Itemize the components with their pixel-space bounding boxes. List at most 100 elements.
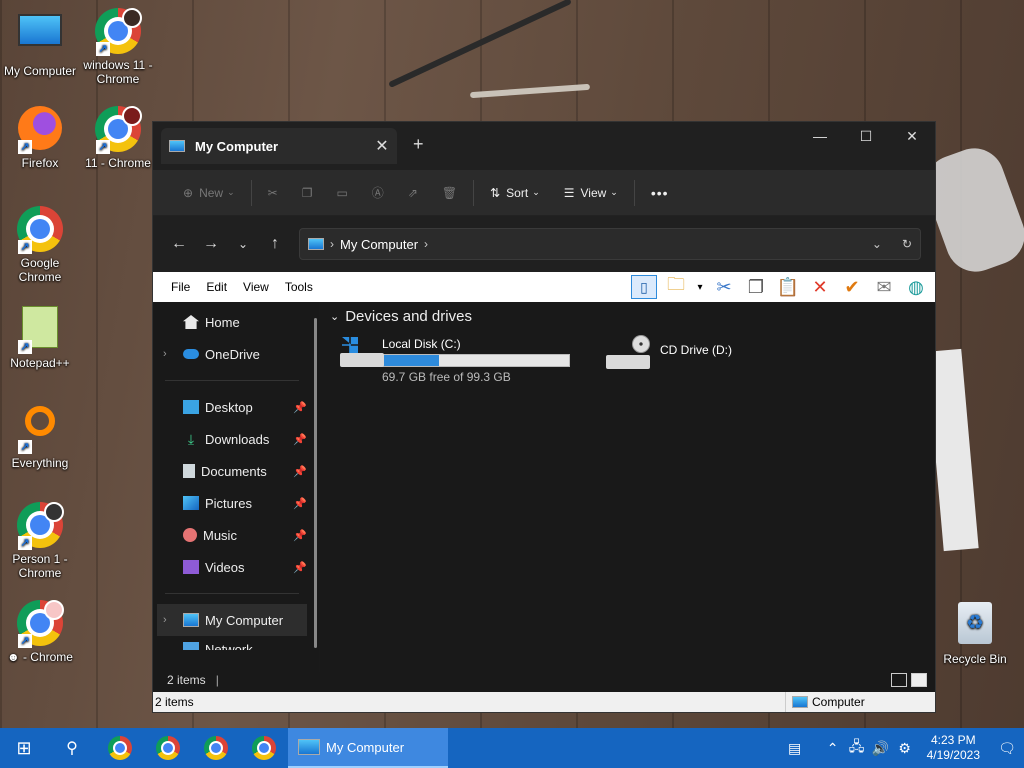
globe-icon[interactable]: ◍: [903, 275, 929, 299]
nav-videos[interactable]: Videos 📌: [153, 551, 311, 583]
desktop-icon-my-computer[interactable]: My Computer: [0, 8, 80, 78]
forward-arrow-icon[interactable]: →: [195, 235, 227, 253]
desktop-icon-everything[interactable]: ↗ Everything: [0, 404, 80, 470]
new-tab-button[interactable]: +: [413, 134, 424, 155]
taskbar-chrome-4[interactable]: [240, 728, 288, 768]
cloud-icon: [183, 349, 199, 359]
taskbar-app-my-computer[interactable]: My Computer: [288, 728, 448, 768]
share-button[interactable]: ⇗: [396, 178, 430, 208]
clock[interactable]: 4:23 PM 4/19/2023: [917, 733, 990, 763]
copy-button[interactable]: ❐: [290, 178, 325, 208]
computer-icon: [308, 238, 324, 250]
paste-button[interactable]: ▭: [324, 178, 359, 208]
scissors-icon[interactable]: ✂: [711, 275, 737, 299]
computer-icon: [169, 140, 185, 152]
desktop-icon-chrome-11[interactable]: ↗ 11 - Chrome: [78, 106, 158, 170]
chevron-right-icon[interactable]: ›: [163, 348, 167, 360]
volume-icon[interactable]: 🔊: [869, 740, 893, 757]
drive-cd-d[interactable]: CD Drive (D:): [596, 333, 846, 388]
taskbar-chrome-2[interactable]: [144, 728, 192, 768]
up-arrow-icon[interactable]: ↑: [259, 235, 291, 253]
menu-file[interactable]: File: [163, 280, 198, 294]
nav-pictures[interactable]: Pictures 📌: [153, 487, 311, 519]
address-history-chevron-icon[interactable]: ⌄: [872, 237, 882, 251]
profile-badge-icon: [122, 106, 142, 126]
nav-downloads[interactable]: ⤓ Downloads 📌: [153, 423, 311, 455]
clipboard-icon[interactable]: 📋: [775, 275, 801, 299]
magnifier-icon: [25, 406, 55, 436]
taskbar-chrome-3[interactable]: [192, 728, 240, 768]
pin-icon[interactable]: 📌: [293, 401, 307, 414]
pin-icon[interactable]: 📌: [293, 529, 307, 542]
desktop-icon-google-chrome[interactable]: ↗ Google Chrome: [0, 206, 80, 284]
view-button[interactable]: ☰ View ⌄: [552, 178, 630, 208]
address-bar[interactable]: › My Computer › ⌄ ↻: [299, 228, 921, 260]
taskbar-chrome-1[interactable]: [96, 728, 144, 768]
nav-network[interactable]: Network: [153, 636, 311, 650]
pin-icon[interactable]: 📌: [293, 561, 307, 574]
copy-icon: ❐: [301, 185, 313, 200]
close-window-button[interactable]: ✕: [889, 122, 935, 150]
nav-onedrive[interactable]: › OneDrive: [153, 338, 311, 370]
nav-home[interactable]: Home: [153, 306, 311, 338]
nav-desktop[interactable]: Desktop 📌: [153, 391, 311, 423]
desktop-icon-recycle-bin[interactable]: ♻ Recycle Bin: [935, 602, 1015, 666]
command-bar: ⊕ New ⌄ ✂ ❐ ▭ Ⓐ ⇗ 🗑 ⇅ Sort ⌄ ☰ View ⌄ •••: [153, 170, 935, 216]
tiles-view-icon[interactable]: [911, 673, 927, 687]
system-tray: ▤ ⌃ 🖧 🔊 ⚙ 4:23 PM 4/19/2023 🗨: [783, 728, 1024, 768]
drive-local-disk-c[interactable]: Local Disk (C:) 69.7 GB free of 99.3 GB: [330, 333, 580, 388]
network-icon: [183, 642, 199, 650]
search-button[interactable]: ⚲: [48, 728, 96, 768]
desktop-icon-notepadpp[interactable]: ↗ Notepad++: [0, 306, 80, 370]
sort-button[interactable]: ⇅ Sort ⌄: [478, 178, 552, 208]
pin-icon[interactable]: 📌: [293, 433, 307, 446]
network-icon[interactable]: 🖧: [845, 736, 869, 760]
shortcut-arrow-icon: ↗: [18, 440, 32, 454]
details-view-icon[interactable]: [891, 673, 907, 687]
refresh-icon[interactable]: ↻: [902, 237, 912, 251]
pin-icon[interactable]: 📌: [293, 497, 307, 510]
more-options-button[interactable]: •••: [639, 178, 681, 208]
delete-button[interactable]: 🗑: [430, 178, 469, 208]
maximize-button[interactable]: ☐: [843, 122, 889, 150]
news-icon[interactable]: ▤: [783, 740, 807, 757]
picture-icon: [183, 496, 199, 510]
desktop-icon-firefox[interactable]: ↗ Firefox: [0, 106, 80, 170]
folder-options-icon[interactable]: 🗀: [663, 274, 689, 299]
desktop-icon-chrome-smiley[interactable]: ↗ ☻ - Chrome: [0, 600, 80, 664]
group-header-devices[interactable]: ⌄ Devices and drives: [330, 308, 935, 325]
nav-documents[interactable]: Documents 📌: [153, 455, 311, 487]
desktop-icon-chrome-person1[interactable]: ↗ Person 1 - Chrome: [0, 502, 80, 580]
chevron-up-icon[interactable]: ⌃: [821, 740, 845, 757]
nav-my-computer[interactable]: › My Computer: [157, 604, 307, 636]
notification-icon[interactable]: 🗨: [990, 740, 1024, 757]
chevron-right-icon[interactable]: ›: [163, 614, 167, 626]
preview-pane-icon[interactable]: ▯: [631, 275, 657, 299]
new-button[interactable]: ⊕ New ⌄: [171, 178, 247, 208]
rename-button[interactable]: Ⓐ: [360, 178, 396, 208]
minimize-button[interactable]: —: [797, 122, 843, 150]
back-arrow-icon[interactable]: ←: [163, 235, 195, 253]
cut-button[interactable]: ✂: [256, 178, 290, 208]
tab-my-computer[interactable]: My Computer ✕: [161, 128, 397, 164]
menu-tools[interactable]: Tools: [277, 280, 321, 294]
dropdown-arrow-icon[interactable]: ▾: [695, 275, 705, 299]
profile-badge-icon: [122, 8, 142, 28]
settings-gear-icon[interactable]: ⚙: [893, 740, 917, 757]
delete-x-icon[interactable]: ✕: [807, 275, 833, 299]
close-tab-icon[interactable]: ✕: [367, 136, 397, 156]
copy-icon[interactable]: ❐: [743, 275, 769, 299]
computer-icon: [298, 739, 320, 755]
chrome-icon: [252, 736, 276, 760]
pin-icon[interactable]: 📌: [293, 465, 307, 478]
menu-edit[interactable]: Edit: [198, 280, 235, 294]
nav-scrollbar[interactable]: [314, 318, 317, 648]
start-button[interactable]: ⊞: [0, 728, 48, 768]
nav-music[interactable]: Music 📌: [153, 519, 311, 551]
menu-view[interactable]: View: [235, 280, 277, 294]
checkmark-icon[interactable]: ✔: [839, 275, 865, 299]
breadcrumb-my-computer[interactable]: My Computer: [340, 237, 418, 252]
properties-icon[interactable]: ✉: [871, 275, 897, 299]
desktop-icon-chrome-windows11[interactable]: ↗ windows 11 - Chrome: [78, 8, 158, 86]
recent-chevron-icon[interactable]: ⌄: [227, 237, 259, 251]
